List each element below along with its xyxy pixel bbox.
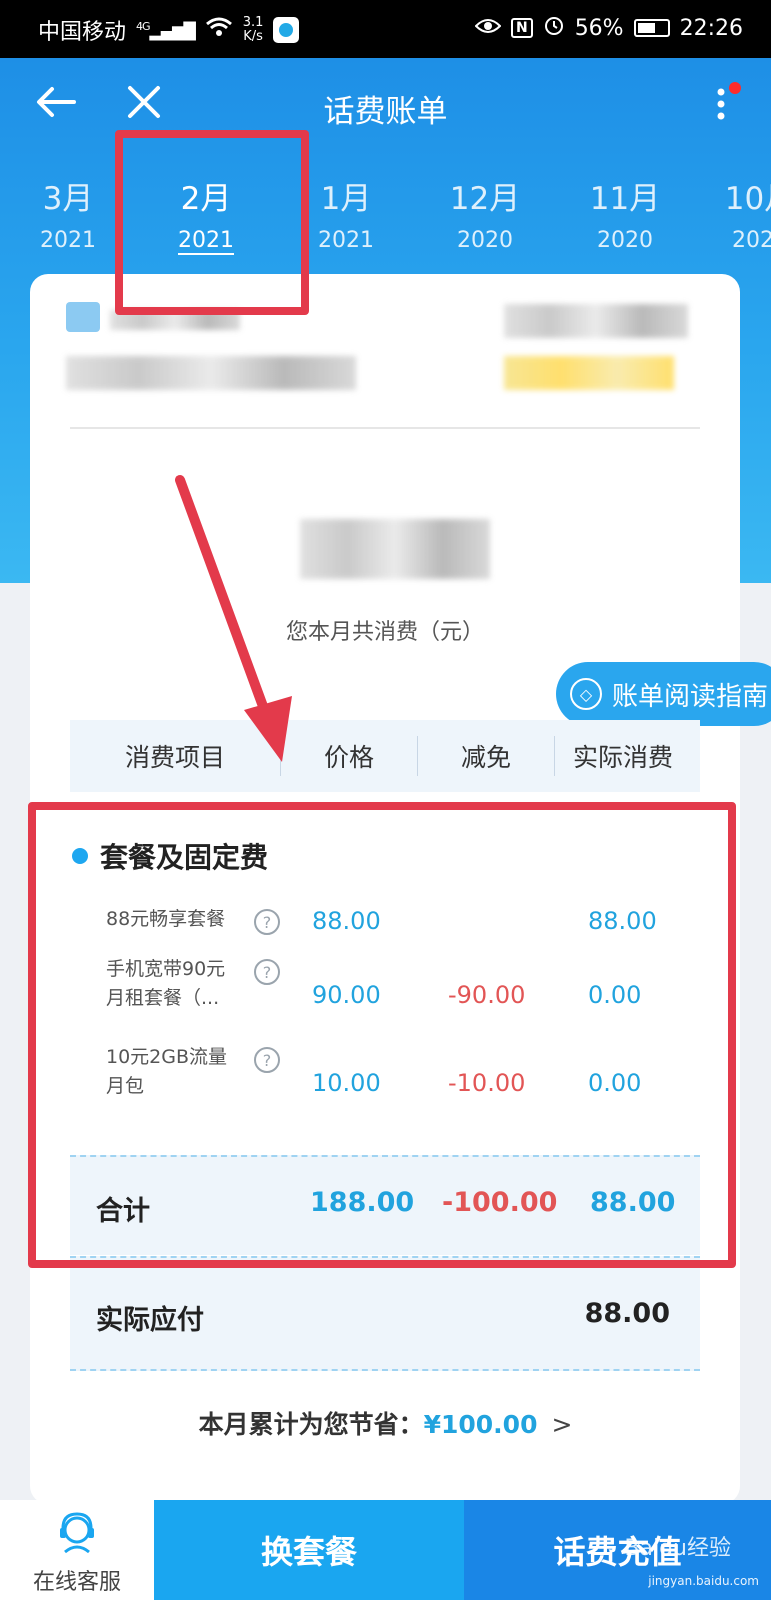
star-rating-blurred <box>504 356 674 390</box>
month-tab-4[interactable]: 11月 2020 <box>565 173 685 253</box>
page-title: 话费账单 <box>323 94 448 130</box>
clock-time: 22:26 <box>679 15 743 41</box>
item-actual: 0.00 <box>588 1069 642 1097</box>
total-price: 188.00 <box>310 1187 415 1218</box>
change-plan-button[interactable]: 换套餐 <box>154 1500 464 1600</box>
network-speed: 3.1 K/s <box>242 15 264 44</box>
item-actual: 88.00 <box>588 907 657 935</box>
col-item: 消费项目 <box>124 743 225 772</box>
month-selector: 3月 2021 2月 2021 1月 2021 12月 2020 11月 202… <box>0 173 771 283</box>
card-divider <box>70 427 700 429</box>
battery-icon <box>633 19 670 37</box>
payable-row: 实际应付 88.00 <box>70 1256 700 1371</box>
signal-icon: 4G▂▄▆█ <box>136 19 196 41</box>
total-label: 合计 <box>96 1196 150 1227</box>
compass-icon: ◇ <box>570 678 602 710</box>
item-discount: -10.00 <box>448 1069 526 1097</box>
savings-link[interactable]: 本月累计为您节省：¥100.00 > <box>0 1405 771 1441</box>
help-icon[interactable]: ? <box>254 959 280 985</box>
carrier-name: 中国移动 <box>38 20 127 45</box>
month-tab-0[interactable]: 3月 2021 <box>8 173 128 253</box>
alarm-icon <box>543 14 565 42</box>
wifi-icon <box>205 16 233 44</box>
payable-value: 88.00 <box>584 1298 670 1329</box>
baidu-watermark: Baidu经验 <box>624 1536 731 1561</box>
month-tab-selected[interactable]: 2月 2021 <box>146 173 266 253</box>
help-icon[interactable]: ? <box>254 909 280 935</box>
item-price: 10.00 <box>312 1069 381 1097</box>
status-bar: 中国移动 4G▂▄▆█ 3.1 K/s N 56% 22:26 <box>0 0 771 58</box>
item-price: 90.00 <box>312 981 381 1009</box>
monthly-spend-label: 您本月共消费（元） <box>285 620 484 645</box>
savings-label: 本月累计为您节省： <box>198 1410 424 1439</box>
total-discount: -100.00 <box>442 1187 558 1218</box>
item-name: 88元畅享套餐 <box>106 908 226 930</box>
nfc-icon: N <box>510 18 533 38</box>
baidu-watermark-url: jingyan.baidu.com <box>648 1574 759 1588</box>
chevron-right-icon: > <box>551 1410 573 1439</box>
item-name: 手机宽带90元 月租套餐（... <box>106 958 226 1009</box>
total-row: 合计 188.00 -100.00 88.00 <box>70 1155 700 1255</box>
col-discount: 减免 <box>460 743 511 772</box>
eye-icon <box>474 16 502 41</box>
table-header: 消费项目 价格 减免 实际消费 <box>70 720 700 792</box>
section-title: 套餐及固定费 <box>72 836 268 876</box>
payable-label: 实际应付 <box>96 1305 204 1336</box>
col-actual: 实际消费 <box>572 743 673 772</box>
phone-number-blurred <box>66 356 356 390</box>
help-icon[interactable]: ? <box>254 1047 280 1073</box>
battery-percent: 56% <box>574 15 624 41</box>
notification-dot <box>729 82 741 94</box>
plan-name-blurred <box>504 304 688 338</box>
app-notification-icon <box>273 17 300 43</box>
account-icon <box>66 302 100 332</box>
customer-service-icon <box>60 1512 94 1554</box>
total-amount-blurred <box>300 519 490 579</box>
online-service-button[interactable]: 在线客服 <box>0 1500 154 1600</box>
col-price: 价格 <box>323 743 374 772</box>
month-tab-3[interactable]: 12月 2020 <box>425 173 545 253</box>
item-actual: 0.00 <box>588 981 642 1009</box>
bullet-dot <box>72 848 88 864</box>
savings-amount: ¥100.00 <box>423 1410 538 1439</box>
month-tab-2[interactable]: 1月 2021 <box>286 173 406 253</box>
bill-guide-label: 账单阅读指南 <box>612 681 769 712</box>
item-discount: -90.00 <box>448 981 526 1009</box>
total-actual: 88.00 <box>590 1187 676 1218</box>
month-tab-5[interactable]: 10月 2020 <box>700 173 771 253</box>
status-left: 中国移动 4G▂▄▆█ 3.1 K/s <box>38 14 300 46</box>
item-price: 88.00 <box>312 907 381 935</box>
account-name-blurred <box>110 310 240 330</box>
status-right: N 56% 22:26 <box>474 14 743 42</box>
bill-guide-button[interactable]: ◇ 账单阅读指南 <box>556 662 771 726</box>
item-name: 10元2GB流量 月包 <box>106 1046 228 1097</box>
